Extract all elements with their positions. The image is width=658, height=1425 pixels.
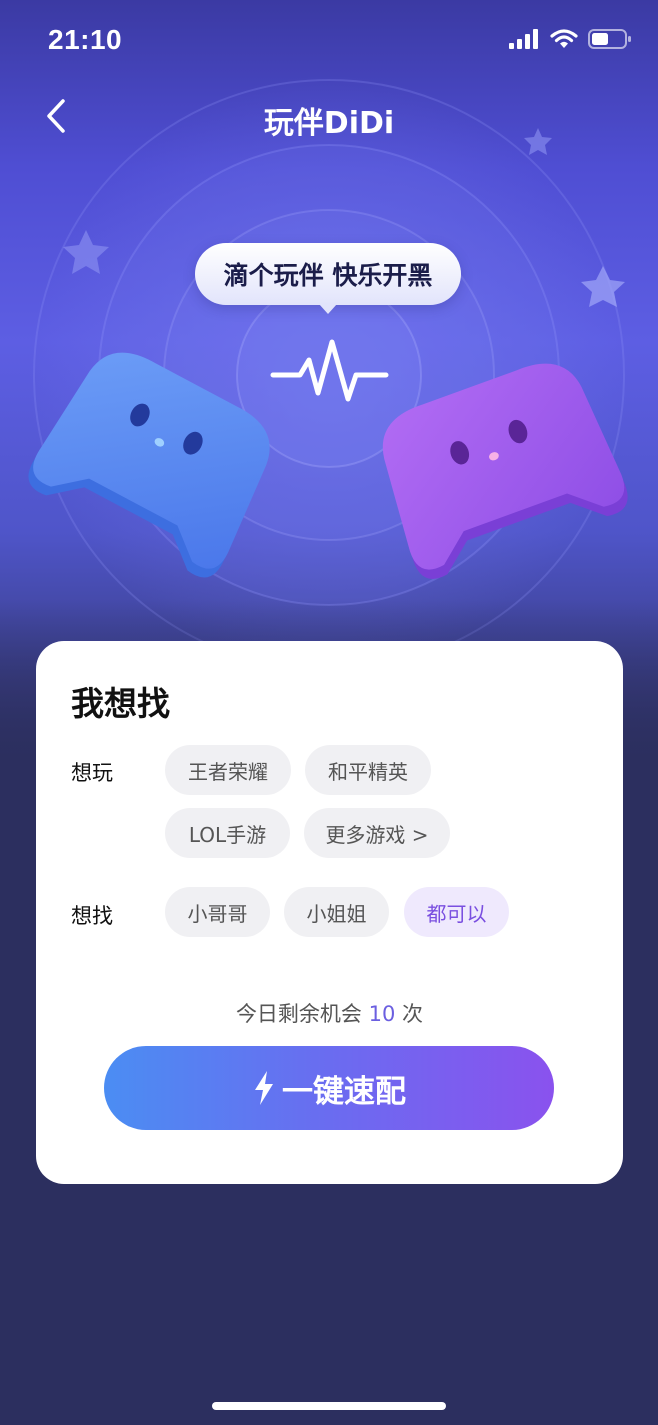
game-chip-lol[interactable]: LOL手游 <box>165 808 290 858</box>
chances-prefix: 今日剩余机会 <box>235 1002 362 1026</box>
want-find-label: 想找 <box>71 904 113 928</box>
remaining-chances: 今日剩余机会 10 次 <box>36 998 623 1028</box>
quick-match-button[interactable]: 一键速配 <box>104 1046 554 1130</box>
gender-chip-any[interactable]: 都可以 <box>404 887 509 937</box>
signal-icon <box>509 29 538 49</box>
match-card: 我想找 想玩 王者荣耀 和平精英 LOL手游 更多游戏 > 想找 小哥哥 小姐姐… <box>36 641 623 1184</box>
card-title: 我想找 <box>71 684 170 723</box>
slogan-bubble: 滴个玩伴 快乐开黑 <box>195 243 461 314</box>
quick-match-label: 一键速配 <box>282 1073 406 1110</box>
status-bar: 21:10 <box>0 0 658 80</box>
want-play-label: 想玩 <box>71 761 113 785</box>
battery-icon <box>588 29 631 49</box>
chances-count: 10 <box>368 1002 396 1026</box>
home-indicator <box>212 1402 446 1410</box>
gender-chip-female[interactable]: 小姐姐 <box>284 887 389 937</box>
page-title: 玩伴DiDi <box>263 106 395 141</box>
game-chip-wzry[interactable]: 王者荣耀 <box>165 745 291 795</box>
nav-bar: 玩伴DiDi <box>0 88 658 148</box>
more-games-chip[interactable]: 更多游戏 > <box>304 808 450 858</box>
status-icons <box>508 28 632 50</box>
lightning-icon <box>255 1071 273 1105</box>
chances-suffix: 次 <box>402 1002 424 1026</box>
status-time: 21:10 <box>48 24 123 55</box>
wifi-icon <box>550 29 578 48</box>
game-chip-hpjy[interactable]: 和平精英 <box>305 745 431 795</box>
gender-chip-male[interactable]: 小哥哥 <box>165 887 270 937</box>
